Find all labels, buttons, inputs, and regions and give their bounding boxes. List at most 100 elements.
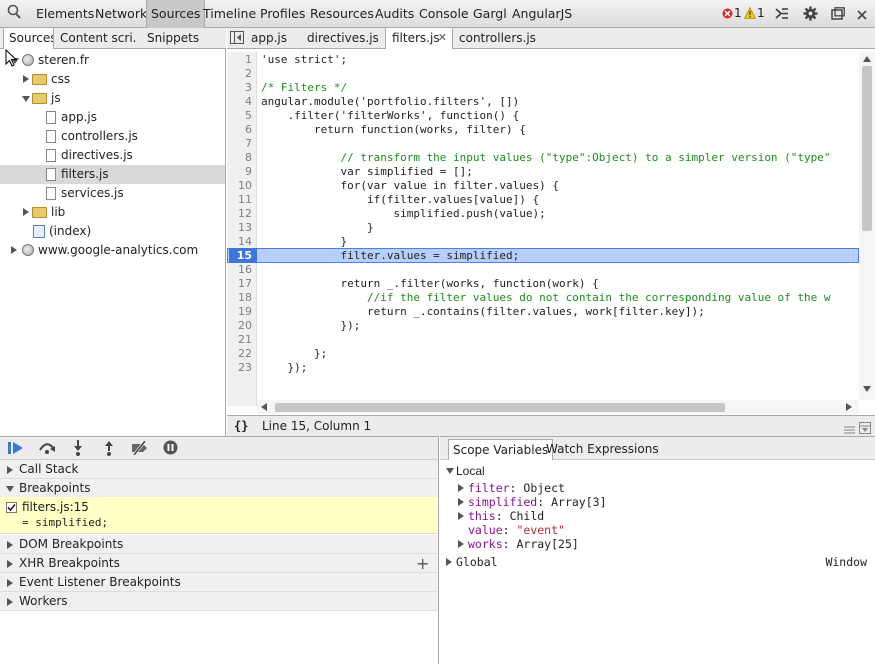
line-number[interactable]: 22 xyxy=(238,347,252,361)
code-line[interactable]: for(var value in filter.values) { xyxy=(261,179,559,193)
resume-icon[interactable] xyxy=(8,441,24,458)
line-number[interactable]: 5 xyxy=(245,109,252,123)
code-line[interactable]: } xyxy=(261,221,374,235)
tab-content-scripts[interactable]: Content scri... xyxy=(60,28,136,49)
tree-item-steren-fr[interactable]: steren.fr xyxy=(0,51,225,70)
scroll-down-icon[interactable] xyxy=(863,386,871,392)
close-icon[interactable] xyxy=(857,9,867,23)
dom-breakpoints-header[interactable]: DOM Breakpoints xyxy=(0,535,438,554)
code-line[interactable]: } xyxy=(261,235,347,249)
line-number[interactable]: 16 xyxy=(238,263,252,277)
code-line[interactable]: //if the filter values do not contain th… xyxy=(261,291,831,305)
tree-item-filters-js[interactable]: filters.js xyxy=(0,165,225,184)
close-tab-icon[interactable]: ✕ xyxy=(438,28,447,48)
tab-snippets[interactable]: Snippets xyxy=(147,28,207,49)
code-line[interactable]: // transform the input values ("type":Ob… xyxy=(261,151,830,165)
line-number[interactable]: 21 xyxy=(238,333,252,347)
line-number[interactable]: 2 xyxy=(245,67,252,81)
scroll-up-icon[interactable] xyxy=(863,56,871,62)
call-stack-header[interactable]: Call Stack xyxy=(0,460,438,479)
code-line[interactable]: return function(works, filter) { xyxy=(261,123,526,137)
code-line[interactable]: }); xyxy=(261,361,307,375)
code-line[interactable]: if(filter.values[value]) { xyxy=(261,193,539,207)
tab-elements[interactable]: Elements xyxy=(36,0,94,28)
tab-sources-tree[interactable]: Sources xyxy=(3,28,54,49)
gear-icon[interactable] xyxy=(803,6,818,24)
line-number[interactable]: 23 xyxy=(238,361,252,375)
tab-scope-variables[interactable]: Scope Variables xyxy=(448,439,554,460)
tab-resources[interactable]: Resources xyxy=(310,0,374,28)
add-icon[interactable]: + xyxy=(416,554,429,573)
warning-count[interactable]: 1 xyxy=(757,0,765,28)
tab-watch-expressions[interactable]: Watch Expressions xyxy=(546,439,659,460)
scroll-left-icon[interactable] xyxy=(261,403,267,411)
scope-var-value[interactable]: value: "event" xyxy=(468,523,565,537)
code-line[interactable]: angular.module('portfolio.filters', []) xyxy=(261,95,519,109)
line-number[interactable]: 7 xyxy=(245,137,252,151)
line-number[interactable]: 12 xyxy=(238,207,252,221)
code-line[interactable]: .filter('filterWorks', function() { xyxy=(261,109,519,123)
tree-item-google-analytics[interactable]: www.google-analytics.com xyxy=(0,241,225,260)
line-number[interactable]: 19 xyxy=(238,305,252,319)
tab-network[interactable]: Network xyxy=(95,0,147,28)
expand-arrow-icon[interactable] xyxy=(22,96,30,102)
code-line[interactable]: 'use strict'; xyxy=(261,53,347,67)
line-number[interactable]: 8 xyxy=(245,151,252,165)
line-number[interactable]: 15 xyxy=(237,249,252,263)
scroll-right-icon[interactable] xyxy=(846,403,852,411)
tab-directives-js[interactable]: directives.js xyxy=(307,28,379,49)
horizontal-scroll-thumb[interactable] xyxy=(275,403,725,412)
code-line[interactable]: filter.values = simplified; xyxy=(261,249,519,263)
search-icon[interactable] xyxy=(7,4,21,19)
vertical-scroll-thumb[interactable] xyxy=(862,66,872,231)
tab-audits[interactable]: Audits xyxy=(375,0,414,28)
collapsed-arrow-icon[interactable] xyxy=(23,75,29,83)
event-listener-breakpoints-header[interactable]: Event Listener Breakpoints xyxy=(0,573,438,592)
dock-icon[interactable] xyxy=(831,7,845,23)
step-out-icon[interactable] xyxy=(104,440,114,459)
tree-item-controllers-js[interactable]: controllers.js xyxy=(0,127,225,146)
tab-filters-js[interactable]: filters.js ✕ xyxy=(385,28,453,49)
step-over-icon[interactable] xyxy=(38,441,56,458)
code-line[interactable]: simplified.push(value); xyxy=(261,207,545,221)
tree-item-css[interactable]: css xyxy=(0,70,225,89)
line-number[interactable]: 6 xyxy=(245,123,252,137)
tree-item-js[interactable]: js xyxy=(0,89,225,108)
tree-item-app-js[interactable]: app.js xyxy=(0,108,225,127)
code-line[interactable]: var simplified = []; xyxy=(261,165,472,179)
step-into-icon[interactable] xyxy=(73,440,83,459)
tab-app-js[interactable]: app.js xyxy=(251,28,287,49)
toggle-navigator-icon[interactable] xyxy=(230,31,244,47)
warning-icon[interactable] xyxy=(743,6,757,22)
collapsed-arrow-icon[interactable] xyxy=(23,208,29,216)
collapsed-arrow-icon[interactable] xyxy=(11,246,17,254)
line-number[interactable]: 18 xyxy=(238,291,252,305)
tab-console[interactable]: Console xyxy=(419,0,469,28)
tab-profiles[interactable]: Profiles xyxy=(260,0,305,28)
horizontal-scrollbar[interactable] xyxy=(257,400,859,414)
line-number[interactable]: 17 xyxy=(238,277,252,291)
tab-timeline[interactable]: Timeline xyxy=(203,0,256,28)
tree-item-index[interactable]: (index) xyxy=(0,222,225,241)
error-count[interactable]: 1 xyxy=(734,0,742,28)
pause-on-exceptions-icon[interactable] xyxy=(163,440,178,458)
breakpoints-header[interactable]: Breakpoints xyxy=(0,479,438,498)
workers-header[interactable]: Workers xyxy=(0,592,438,611)
code-line[interactable]: }); xyxy=(261,319,360,333)
line-number[interactable]: 14 xyxy=(238,235,252,249)
tab-controllers-js[interactable]: controllers.js xyxy=(459,28,536,49)
code-line[interactable]: return _.filter(works, function(work) { xyxy=(261,277,598,291)
error-icon[interactable] xyxy=(722,8,733,22)
line-number[interactable]: 4 xyxy=(245,95,252,109)
line-number[interactable]: 1 xyxy=(245,53,252,67)
pretty-print-icon[interactable]: {} xyxy=(234,416,248,436)
tab-gargl[interactable]: Gargl xyxy=(473,0,507,28)
show-console-icon[interactable] xyxy=(775,7,789,23)
code-line[interactable]: }; xyxy=(261,347,327,361)
breakpoint-item[interactable]: filters.js:15 = simplified; xyxy=(0,497,438,534)
line-number[interactable]: 13 xyxy=(238,221,252,235)
line-number[interactable]: 9 xyxy=(245,165,252,179)
breakpoint-checkbox[interactable] xyxy=(6,502,17,513)
line-number[interactable]: 3 xyxy=(245,81,252,95)
tab-angularjs[interactable]: AngularJS xyxy=(512,0,572,28)
